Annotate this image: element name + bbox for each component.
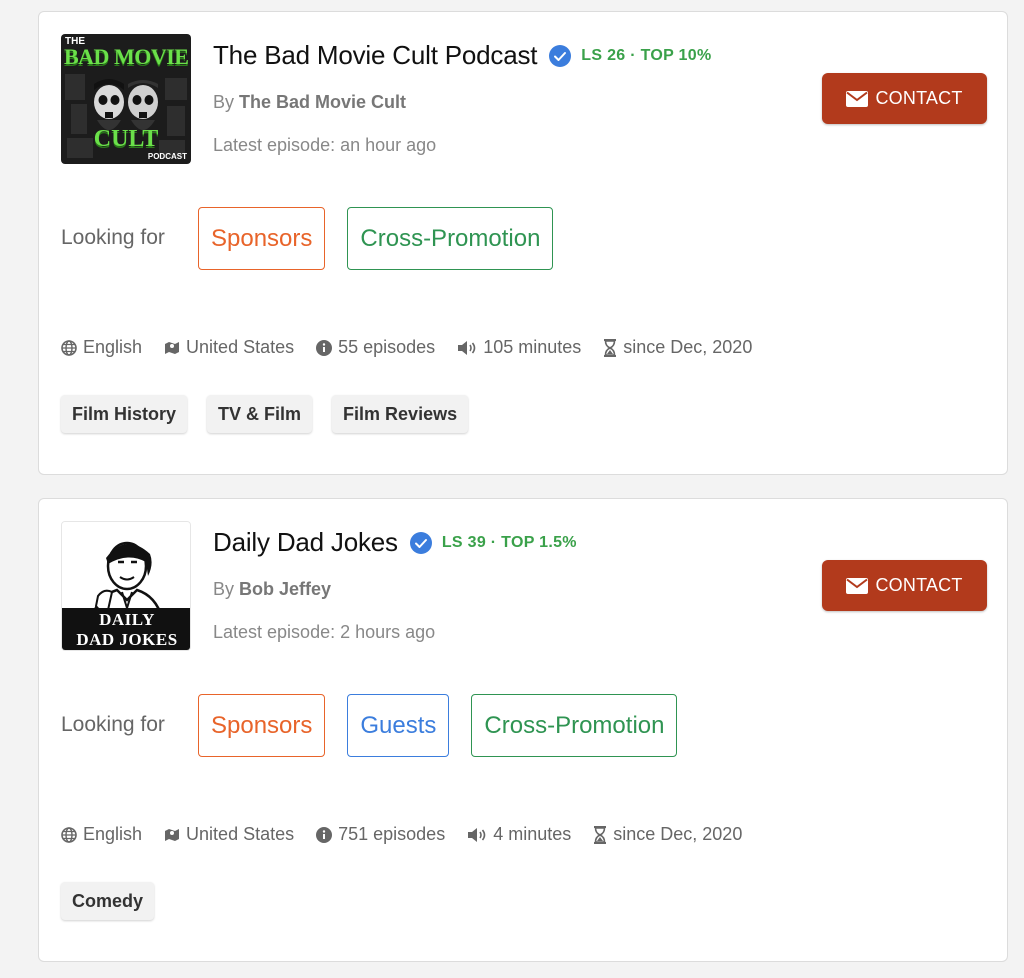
- looking-for-label: Looking for: [61, 713, 165, 736]
- volume-icon: [468, 827, 486, 842]
- since-text: since Dec, 2020: [623, 337, 753, 357]
- rank-badge: LS 26 · TOP 10%: [581, 46, 712, 64]
- contact-label: CONTACT: [875, 88, 963, 108]
- contact-label: CONTACT: [875, 575, 963, 595]
- latest-episode: Latest episode: 2 hours ago: [213, 622, 436, 642]
- looking-for-sponsors[interactable]: Sponsors: [198, 694, 326, 757]
- contact-button[interactable]: CONTACT: [822, 560, 987, 611]
- map-icon: [165, 341, 180, 354]
- verified-check-icon: [409, 531, 432, 554]
- by-prefix: By: [213, 579, 235, 599]
- language-text: English: [83, 337, 143, 357]
- cover-text-daily: DAILY: [99, 610, 155, 629]
- since-text: since Dec, 2020: [613, 824, 743, 844]
- cover-text-dad-jokes: DAD JOKES: [76, 630, 178, 649]
- tag-tv-film[interactable]: TV & Film: [207, 395, 313, 433]
- contact-button[interactable]: CONTACT: [822, 73, 987, 124]
- info-icon: [316, 826, 333, 843]
- podcast-cover[interactable]: THE BAD MOVIE CULT PODCAST: [61, 34, 191, 164]
- meta-duration: 4 minutes: [467, 824, 571, 845]
- looking-for-cross-promotion[interactable]: Cross-Promotion: [347, 207, 554, 270]
- meta-episodes: 751 episodes: [316, 824, 445, 845]
- episodes-text: 751 episodes: [338, 824, 446, 844]
- verified-check-icon: [549, 44, 572, 67]
- hourglass-icon: [604, 338, 617, 357]
- info-icon: [316, 339, 333, 356]
- map-icon: [165, 828, 180, 841]
- cover-text-cult: CULT: [93, 126, 159, 152]
- tag-film-history[interactable]: Film History: [61, 395, 188, 433]
- by-prefix: By: [213, 92, 235, 112]
- hourglass-icon: [594, 825, 607, 844]
- tag-film-reviews[interactable]: Film Reviews: [332, 395, 469, 433]
- globe-icon: [61, 339, 77, 356]
- looking-for-label: Looking for: [61, 226, 165, 249]
- looking-for-sponsors[interactable]: Sponsors: [198, 207, 326, 270]
- looking-for-list: Sponsors Cross-Promotion: [198, 207, 554, 270]
- meta-episodes: 55 episodes: [316, 337, 435, 358]
- meta-row: English United States 751 episodes 4 min…: [61, 824, 742, 845]
- latest-episode: Latest episode: an hour ago: [213, 135, 437, 155]
- meta-country: United States: [164, 337, 294, 358]
- author-line: By Bob Jeffey: [213, 579, 331, 600]
- podcast-card: THE BAD MOVIE CULT PODCAST The Bad Movie…: [38, 11, 1008, 475]
- podcast-cover[interactable]: DAILY DAD JOKES: [61, 521, 191, 651]
- podcast-title[interactable]: The Bad Movie Cult Podcast: [213, 40, 537, 71]
- envelope-icon: [846, 90, 869, 107]
- meta-since: since Dec, 2020: [603, 337, 752, 358]
- language-text: English: [83, 824, 143, 844]
- title-row: The Bad Movie Cult Podcast LS 26 · TOP 1…: [213, 40, 711, 71]
- duration-text: 4 minutes: [493, 824, 572, 844]
- meta-duration: 105 minutes: [457, 337, 581, 358]
- episodes-text: 55 episodes: [338, 337, 436, 357]
- meta-language: English: [61, 824, 142, 845]
- author-line: By The Bad Movie Cult: [213, 92, 406, 113]
- tag-list: Film History TV & Film Film Reviews: [61, 395, 469, 433]
- rank-badge: LS 39 · TOP 1.5%: [441, 533, 577, 551]
- meta-since: since Dec, 2020: [593, 824, 742, 845]
- author-name[interactable]: Bob Jeffey: [239, 579, 331, 599]
- meta-language: English: [61, 337, 142, 358]
- meta-row: English United States 55 episodes 105 mi…: [61, 337, 752, 358]
- globe-icon: [61, 826, 77, 843]
- tag-list: Comedy: [61, 882, 155, 920]
- looking-for-guests[interactable]: Guests: [347, 694, 450, 757]
- looking-for-cross-promotion[interactable]: Cross-Promotion: [471, 694, 678, 757]
- meta-country: United States: [164, 824, 294, 845]
- envelope-icon: [846, 577, 869, 594]
- podcast-card: DAILY DAD JOKES Daily Dad Jokes LS 39 · …: [38, 498, 1008, 962]
- country-text: United States: [186, 337, 295, 357]
- cover-text-title: BAD MOVIE: [64, 44, 189, 69]
- podcast-title[interactable]: Daily Dad Jokes: [213, 527, 398, 558]
- country-text: United States: [186, 824, 295, 844]
- cover-text-podcast: PODCAST: [147, 152, 187, 161]
- duration-text: 105 minutes: [483, 337, 582, 357]
- volume-icon: [458, 340, 476, 355]
- tag-comedy[interactable]: Comedy: [61, 882, 155, 920]
- author-name[interactable]: The Bad Movie Cult: [239, 92, 406, 112]
- looking-for-list: Sponsors Guests Cross-Promotion: [198, 694, 678, 757]
- title-row: Daily Dad Jokes LS 39 · TOP 1.5%: [213, 527, 577, 558]
